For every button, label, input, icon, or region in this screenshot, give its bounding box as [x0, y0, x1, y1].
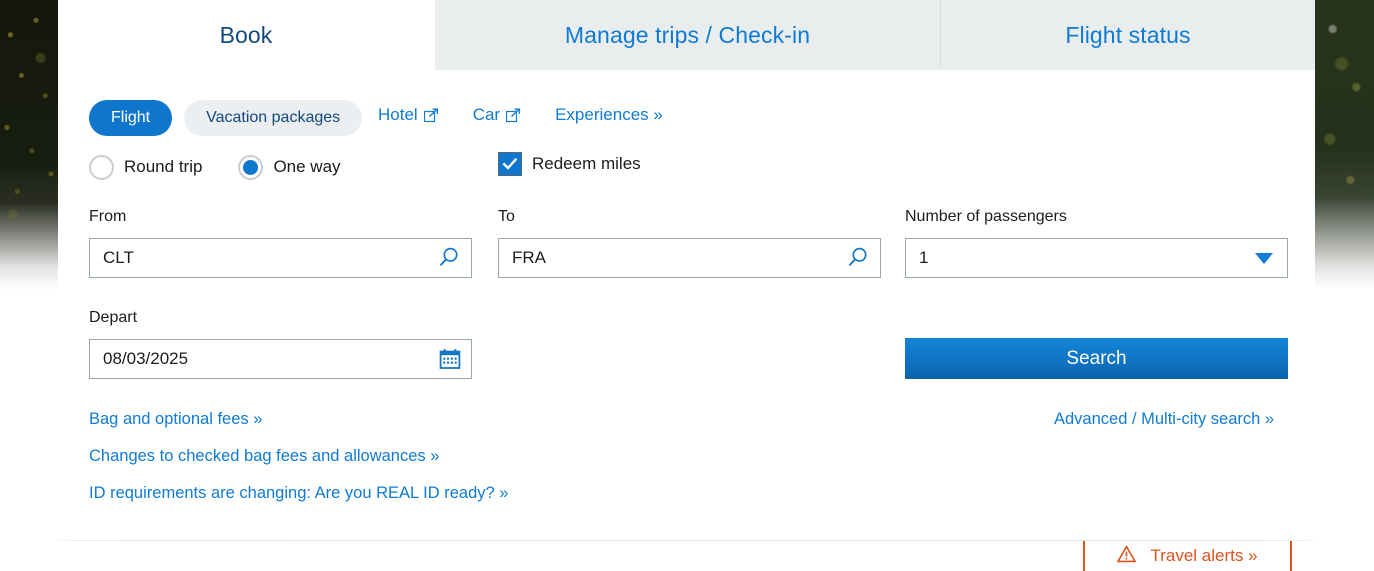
from-field[interactable]: CLT — [89, 238, 472, 278]
external-link-icon — [506, 108, 521, 123]
link-experiences[interactable]: Experiences » — [555, 105, 663, 125]
tab-flight-status[interactable]: Flight status — [940, 0, 1315, 70]
background-photo-left — [0, 0, 58, 290]
external-product-links: Hotel Car Experiences » — [378, 105, 697, 125]
pill-flight[interactable]: Flight — [89, 100, 173, 136]
radio-one-way-control[interactable] — [238, 154, 264, 180]
depart-field[interactable]: 08/03/2025 — [89, 339, 472, 379]
link-checked-bag-fee-changes[interactable]: Changes to checked bag fees and allowanc… — [89, 447, 439, 466]
passengers-field-label: Number of passengers — [905, 208, 1067, 225]
depart-field-value: 08/03/2025 — [103, 349, 189, 368]
background-photo-right — [1315, 0, 1374, 290]
to-field-label: To — [498, 208, 515, 225]
radio-one-way-label: One way — [273, 157, 341, 176]
link-hotel-label: Hotel — [378, 105, 418, 124]
booking-widget-card: Book Manage trips / Check-in Flight stat… — [58, 0, 1315, 571]
radio-round-trip-label: Round trip — [124, 157, 203, 176]
check-icon — [502, 157, 518, 170]
search-icon[interactable] — [844, 245, 870, 271]
travel-alerts-button[interactable]: Travel alerts » — [1083, 541, 1292, 571]
warning-triangle-icon — [1117, 544, 1137, 568]
search-button[interactable]: Search — [905, 338, 1288, 379]
checkbox-redeem-miles[interactable]: Redeem miles — [498, 152, 641, 176]
passengers-select-value: 1 — [919, 248, 929, 267]
from-field-label: From — [89, 208, 127, 225]
calendar-icon[interactable] — [439, 348, 461, 370]
from-field-value: CLT — [103, 248, 134, 267]
to-field-value: FRA — [512, 248, 546, 267]
search-icon[interactable] — [435, 245, 461, 271]
link-real-id-requirements[interactable]: ID requirements are changing: Are you RE… — [89, 484, 508, 503]
external-link-icon — [423, 108, 439, 123]
chevron-down-icon[interactable] — [1255, 252, 1273, 264]
to-field[interactable]: FRA — [498, 238, 881, 278]
tab-book[interactable]: Book — [58, 0, 434, 70]
link-car-label: Car — [472, 105, 501, 124]
depart-field-label: Depart — [89, 309, 138, 326]
radio-one-way[interactable]: One way — [238, 154, 341, 180]
pill-vacation-packages[interactable]: Vacation packages — [184, 100, 363, 136]
product-type-pills: Flight Vacation packages — [89, 100, 363, 136]
link-advanced-multi-city-search[interactable]: Advanced / Multi-city search » — [1054, 410, 1274, 429]
link-car[interactable]: Car — [473, 105, 521, 125]
link-hotel[interactable]: Hotel — [378, 105, 439, 125]
radio-round-trip[interactable]: Round trip — [89, 154, 203, 180]
booking-tabs: Book Manage trips / Check-in Flight stat… — [58, 0, 1315, 70]
link-bag-and-optional-fees[interactable]: Bag and optional fees » — [89, 410, 262, 429]
trip-type-group: Round trip One way — [89, 152, 377, 182]
travel-alerts-label: Travel alerts » — [1150, 546, 1258, 565]
tab-manage-trips-checkin[interactable]: Manage trips / Check-in — [434, 0, 940, 70]
browser-viewport: Book Manage trips / Check-in Flight stat… — [0, 0, 1374, 571]
checkbox-redeem-miles-control[interactable] — [498, 152, 522, 176]
checkbox-redeem-miles-label: Redeem miles — [532, 154, 641, 173]
passengers-select[interactable]: 1 — [905, 238, 1288, 278]
radio-round-trip-control[interactable] — [89, 154, 114, 180]
